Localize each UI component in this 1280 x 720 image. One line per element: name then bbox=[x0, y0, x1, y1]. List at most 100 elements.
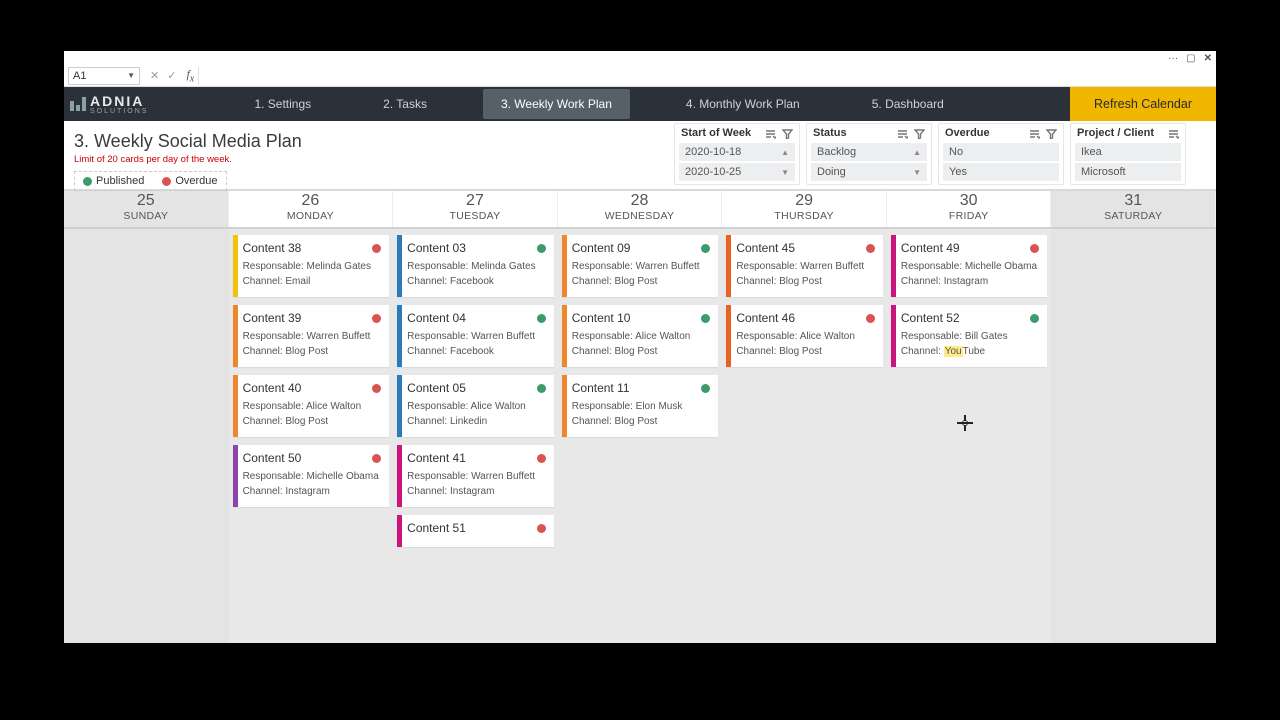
card-stripe bbox=[726, 235, 731, 297]
day-column bbox=[1051, 229, 1216, 643]
content-card[interactable]: Content 50Responsable: Michelle ObamaCha… bbox=[233, 445, 390, 507]
content-card[interactable]: Content 05Responsable: Alice WaltonChann… bbox=[397, 375, 554, 437]
up-arrow-icon[interactable]: ▲ bbox=[781, 148, 789, 157]
filter-option[interactable]: Ikea bbox=[1075, 143, 1181, 161]
day-number: 31 bbox=[1051, 192, 1215, 210]
filter-option[interactable]: Microsoft bbox=[1075, 163, 1181, 181]
content-card[interactable]: Content 09 Responsable: Warren Buffett Cha… bbox=[562, 235, 719, 297]
filter-option[interactable]: No bbox=[943, 143, 1059, 161]
card-stripe bbox=[233, 445, 238, 507]
app-ribbon: ADNIA SOLUTIONS 1. Settings2. Tasks3. We… bbox=[64, 87, 1216, 121]
card-stripe bbox=[726, 305, 731, 367]
window-minimize-icon[interactable]: ··· bbox=[1168, 53, 1178, 64]
logo-bars-icon bbox=[70, 97, 86, 111]
card-responsible: Responsable: Warren Buffett bbox=[407, 471, 546, 482]
formula-bar: A1 ▼ ✕ ✓ fx bbox=[64, 65, 1216, 87]
content-card[interactable]: Content 38Responsable: Melinda GatesChan… bbox=[233, 235, 390, 297]
content-card[interactable]: Content 39Responsable: Warren BuffettCha… bbox=[233, 305, 390, 367]
up-arrow-icon[interactable]: ▲ bbox=[913, 148, 921, 157]
card-responsible: Responsable: Michelle Obama bbox=[901, 261, 1040, 272]
card-channel: Channel: Instagram bbox=[901, 276, 1040, 287]
content-card[interactable]: Content 03Responsable: Melinda GatesChan… bbox=[397, 235, 554, 297]
down-arrow-icon[interactable]: ▼ bbox=[913, 168, 921, 177]
filter-icon[interactable] bbox=[1046, 128, 1057, 139]
published-dot-icon bbox=[83, 177, 92, 186]
content-card[interactable]: Content 04Responsable: Warren BuffettCha… bbox=[397, 305, 554, 367]
card-channel: Channel: Linkedin bbox=[407, 416, 546, 427]
card-title: Content 50 bbox=[243, 451, 302, 465]
day-column: Content 09 Responsable: Warren Buffett Cha… bbox=[558, 229, 723, 643]
filter-label: Project / Client bbox=[1077, 127, 1154, 139]
day-number: 27 bbox=[393, 192, 557, 210]
content-card[interactable]: Content 11Responsable: Elon MuskChannel:… bbox=[562, 375, 719, 437]
day-column: Content 49Responsable: Michelle ObamaCha… bbox=[887, 229, 1052, 643]
app-window: ··· ▢ ✕ A1 ▼ ✕ ✓ fx ADNIA SOLUTIONS bbox=[64, 51, 1216, 643]
card-channel: Channel: Blog Post bbox=[736, 346, 875, 357]
cell-reference-box[interactable]: A1 ▼ bbox=[68, 67, 140, 85]
day-name: WEDNESDAY bbox=[558, 210, 722, 222]
formula-cancel-icon[interactable]: ✕ bbox=[150, 69, 159, 82]
card-stripe bbox=[397, 305, 402, 367]
nav-tab[interactable]: 1. Settings bbox=[238, 89, 327, 119]
day-header: 27TUESDAY bbox=[393, 191, 558, 227]
filter-option[interactable]: Backlog▲ bbox=[811, 143, 927, 161]
status-dot-icon bbox=[701, 384, 710, 393]
card-stripe bbox=[397, 445, 402, 507]
content-card[interactable]: Content 41Responsable: Warren BuffettCha… bbox=[397, 445, 554, 507]
content-card[interactable]: Content 51 bbox=[397, 515, 554, 547]
card-responsible: Responsable: Alice Walton bbox=[243, 401, 382, 412]
card-title: Content 46 bbox=[736, 311, 795, 325]
formula-input[interactable] bbox=[198, 67, 1216, 85]
content-card[interactable]: Content 40Responsable: Alice WaltonChann… bbox=[233, 375, 390, 437]
card-title: Content 10 bbox=[572, 311, 631, 325]
filter-icon[interactable] bbox=[782, 128, 793, 139]
select-icon[interactable] bbox=[765, 128, 776, 139]
card-title: Content 04 bbox=[407, 311, 466, 325]
card-stripe bbox=[891, 235, 896, 297]
filter-label: Overdue bbox=[945, 127, 990, 139]
card-stripe bbox=[562, 305, 567, 367]
card-stripe bbox=[891, 305, 896, 367]
day-column: Content 03Responsable: Melinda GatesChan… bbox=[393, 229, 558, 643]
content-card[interactable]: Content 10Responsable: Alice WaltonChann… bbox=[562, 305, 719, 367]
select-icon[interactable] bbox=[1168, 128, 1179, 139]
filter-option[interactable]: 2020-10-18▲ bbox=[679, 143, 795, 161]
card-channel: Channel: Instagram bbox=[243, 486, 382, 497]
card-responsible: Responsable: Warren Buffett bbox=[572, 261, 711, 272]
select-icon[interactable] bbox=[1029, 128, 1040, 139]
content-card[interactable]: Content 46Responsable: Alice WaltonChann… bbox=[726, 305, 883, 367]
brand-name: ADNIA bbox=[90, 94, 148, 108]
calendar-board: Content 38Responsable: Melinda GatesChan… bbox=[64, 229, 1216, 643]
nav-tab[interactable]: 3. Weekly Work Plan bbox=[483, 89, 630, 119]
refresh-calendar-button[interactable]: Refresh Calendar bbox=[1070, 87, 1216, 121]
window-expand-icon[interactable]: ▢ bbox=[1186, 53, 1195, 64]
filter-option[interactable]: Doing▼ bbox=[811, 163, 927, 181]
card-channel: Channel: Blog Post bbox=[572, 416, 711, 427]
filter-icon[interactable] bbox=[914, 128, 925, 139]
legend-overdue: Overdue bbox=[175, 175, 217, 187]
filter-option[interactable]: 2020-10-25▼ bbox=[679, 163, 795, 181]
day-number: 29 bbox=[722, 192, 886, 210]
select-icon[interactable] bbox=[897, 128, 908, 139]
window-close-icon[interactable]: ✕ bbox=[1204, 53, 1212, 64]
down-arrow-icon[interactable]: ▼ bbox=[781, 168, 789, 177]
card-channel: Channel: Email bbox=[243, 276, 382, 287]
card-title: Content 45 bbox=[736, 241, 795, 255]
filter-option[interactable]: Yes bbox=[943, 163, 1059, 181]
nav-tab[interactable]: 4. Monthly Work Plan bbox=[670, 89, 816, 119]
card-responsible: Responsable: Bill Gates bbox=[901, 331, 1040, 342]
status-dot-icon bbox=[537, 244, 546, 253]
card-title: Content 09 bbox=[572, 241, 631, 255]
formula-accept-icon[interactable]: ✓ bbox=[167, 69, 176, 82]
content-card[interactable]: Content 45Responsable: Warren BuffettCha… bbox=[726, 235, 883, 297]
card-channel: Channel: Blog Post bbox=[572, 276, 711, 287]
content-card[interactable]: Content 49Responsable: Michelle ObamaCha… bbox=[891, 235, 1048, 297]
fx-icon: fx bbox=[182, 67, 198, 84]
card-stripe bbox=[562, 235, 567, 297]
content-card[interactable]: Content 52Responsable: Bill GatesChannel… bbox=[891, 305, 1048, 367]
status-dot-icon bbox=[537, 314, 546, 323]
nav-tab[interactable]: 2. Tasks bbox=[367, 89, 443, 119]
nav-tab[interactable]: 5. Dashboard bbox=[856, 89, 960, 119]
day-name: MONDAY bbox=[229, 210, 393, 222]
chevron-down-icon[interactable]: ▼ bbox=[127, 71, 135, 80]
